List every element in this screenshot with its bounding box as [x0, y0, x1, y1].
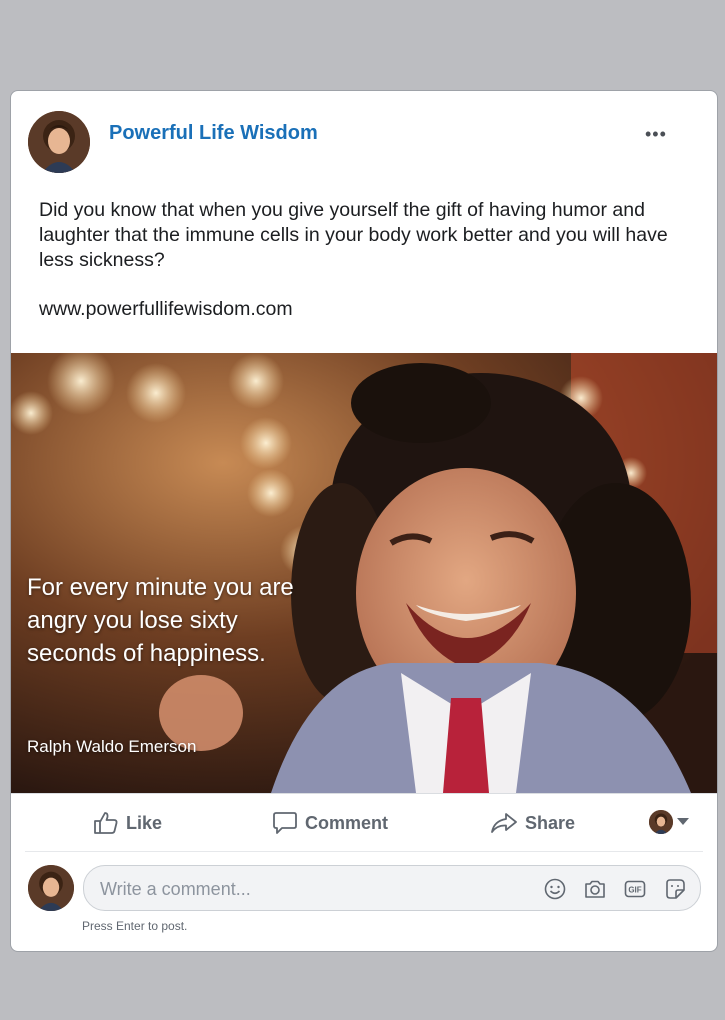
smiley-icon[interactable] [544, 878, 566, 900]
like-label: Like [126, 812, 163, 833]
share-arrow-icon [491, 813, 517, 833]
share-label: Share [525, 812, 576, 833]
like-button[interactable]: Like [93, 811, 162, 835]
chevron-down-icon [677, 818, 689, 825]
gif-icon[interactable]: GIF [624, 878, 646, 900]
page-avatar[interactable] [28, 111, 90, 173]
comment-box: GIF [83, 865, 701, 912]
sticker-icon[interactable] [664, 878, 686, 900]
thumbs-up-icon [94, 812, 118, 834]
comment-label: Comment [305, 812, 389, 833]
share-button[interactable]: Share [490, 811, 575, 835]
quote-text: For every minute you are angry you lose … [27, 574, 294, 667]
more-options-icon[interactable]: ••• [645, 124, 667, 145]
quote-author: Ralph Waldo Emerson [27, 737, 197, 756]
svg-text:GIF: GIF [628, 886, 641, 895]
user-avatar-small [649, 810, 673, 834]
commenter-avatar [28, 865, 74, 911]
post-text: Did you know that when you give yourself… [39, 199, 668, 271]
divider [25, 851, 703, 852]
comment-input[interactable] [98, 866, 532, 912]
camera-icon[interactable] [584, 878, 606, 900]
speech-bubble-icon [273, 812, 297, 834]
press-enter-hint: Press Enter to post. [82, 919, 188, 933]
post-link[interactable]: www.powerfullifewisdom.com [39, 298, 293, 321]
audience-selector[interactable] [649, 810, 689, 834]
page-name-link[interactable]: Powerful Life Wisdom [109, 122, 318, 145]
post-image[interactable]: For every minute you are angry you lose … [11, 353, 717, 793]
comment-button[interactable]: Comment [272, 811, 388, 835]
post-actions-bar: Like Comment Share [11, 793, 717, 850]
post-card: Powerful Life Wisdom ••• Did you know th… [10, 90, 718, 952]
